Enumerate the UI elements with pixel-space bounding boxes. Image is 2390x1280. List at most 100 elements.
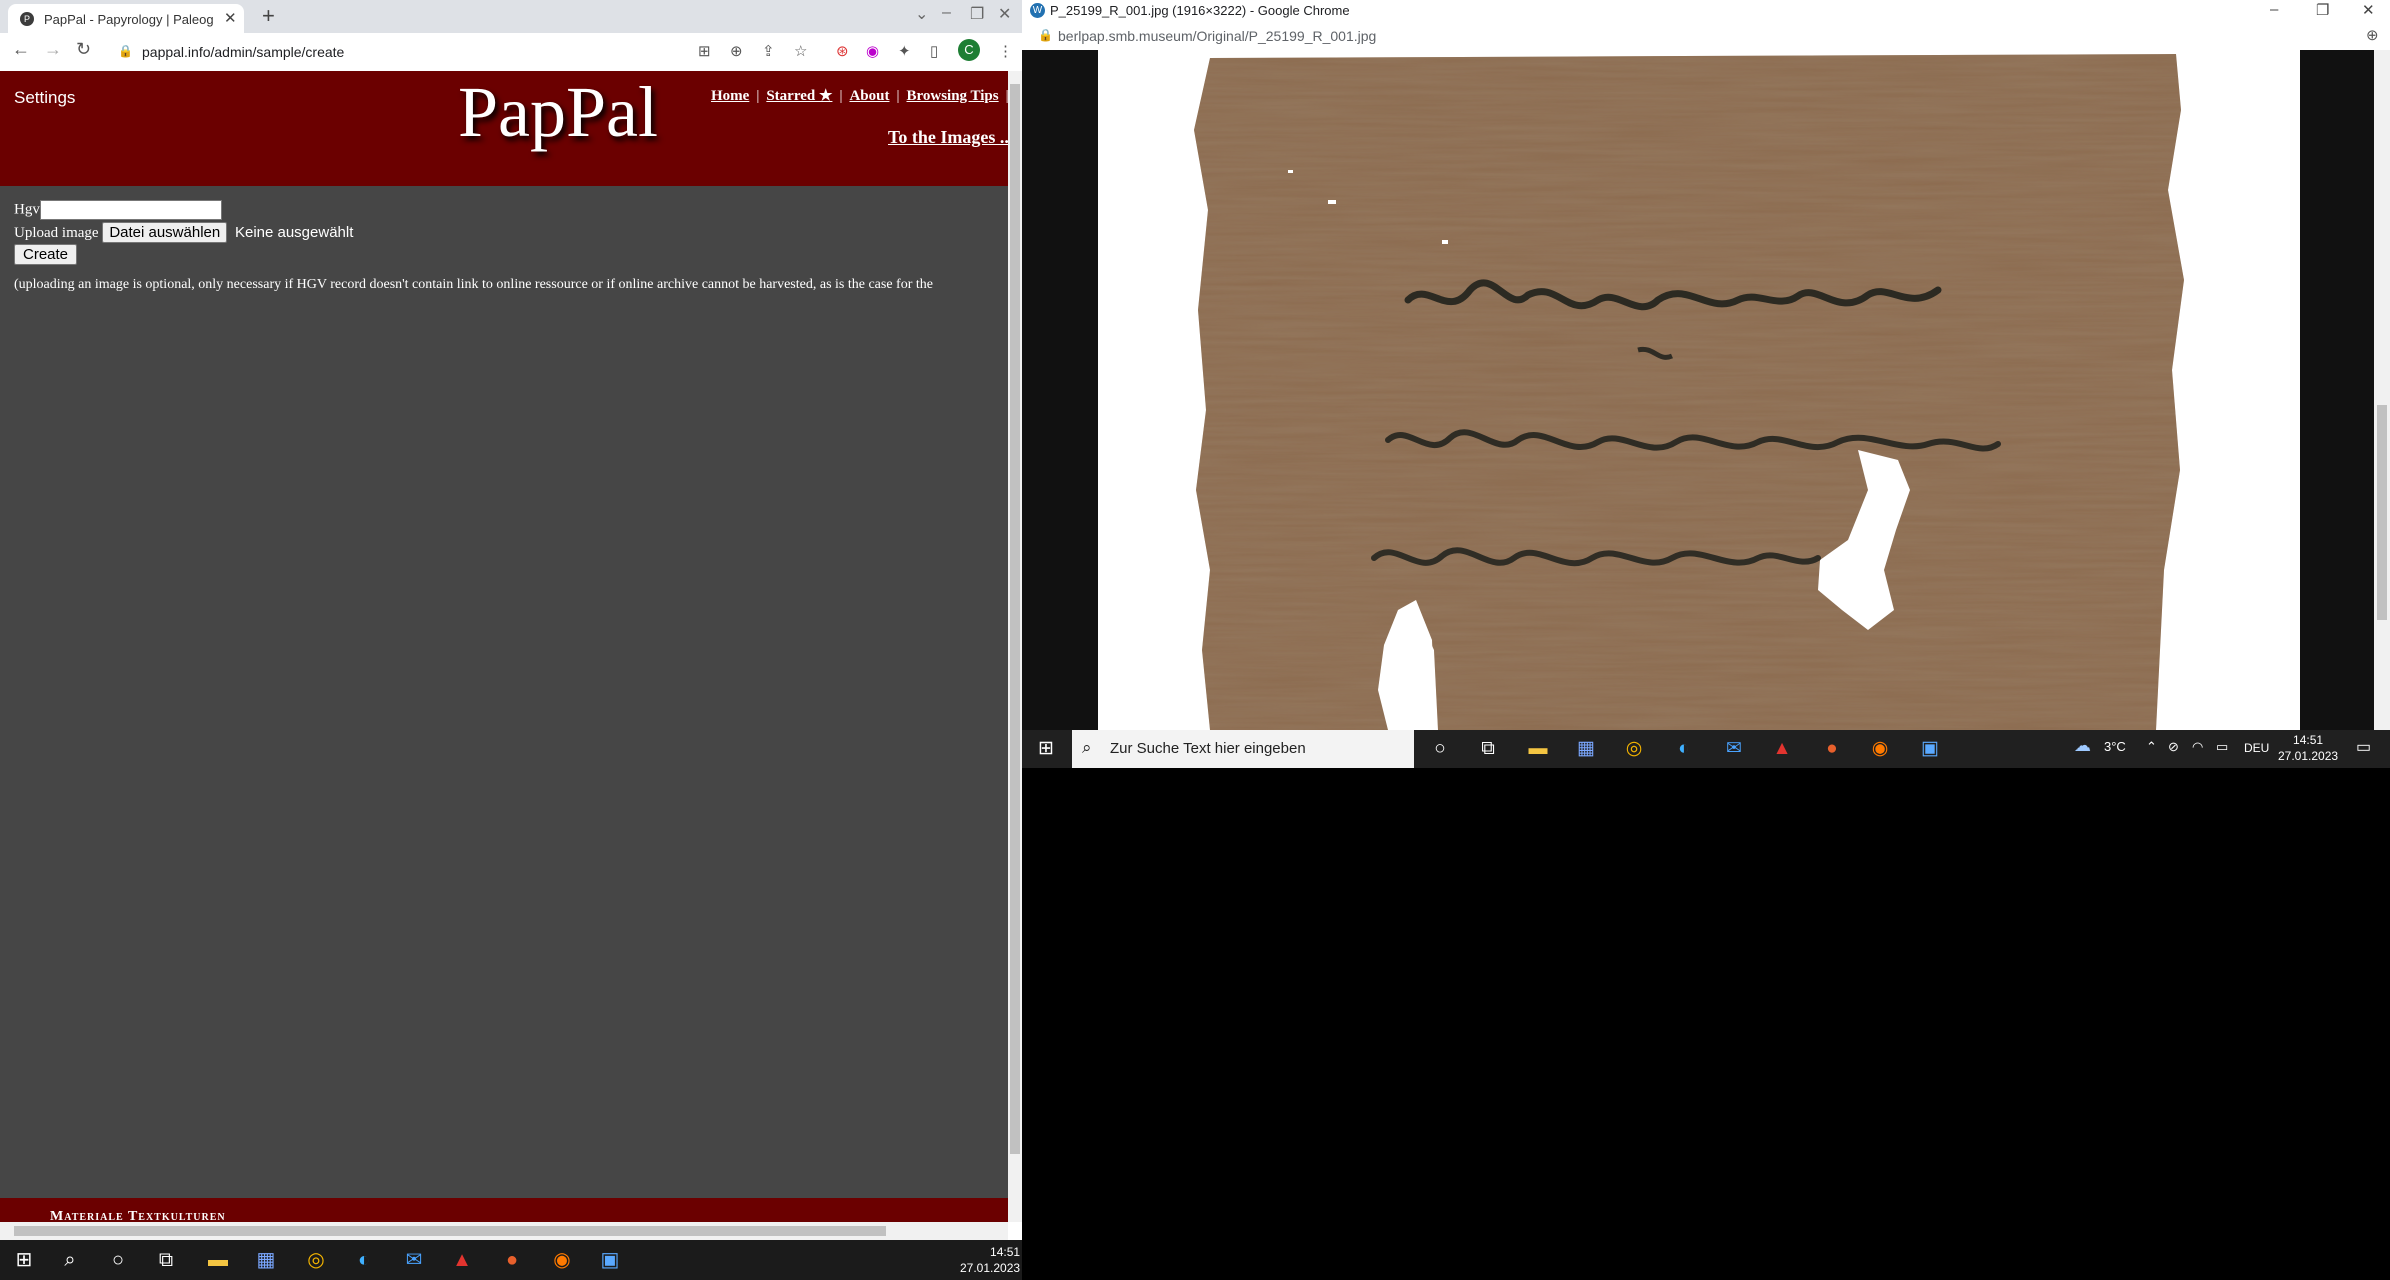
papyrus-image[interactable] [1098,50,2300,730]
right-clock-time: 14:51 [2293,733,2324,747]
hgv-input[interactable] [39,200,222,220]
hgv-label: Hgv [14,201,40,218]
page-horizontal-scroll-thumb[interactable] [14,1226,886,1236]
taskbar-search-icon: ⌕ [1082,738,1092,757]
nav-about[interactable]: About [849,88,889,104]
upload-image-label: Upload image [14,225,99,241]
right-task-view-icon[interactable]: ⧉ [1476,737,1500,761]
right-minimize-icon[interactable]: – [2270,1,2278,18]
right-powerpoint-icon[interactable]: ● [1820,737,1844,761]
powerpoint-icon[interactable]: ● [500,1248,524,1272]
wordpress-icon: W [1030,3,1045,18]
menu-dots-icon[interactable]: ⋮ [998,42,1013,60]
forward-arrow-icon[interactable]: → [44,39,62,60]
right-close-icon[interactable]: ✕ [2362,1,2375,19]
right-zoom-icon[interactable]: ⊕ [2366,26,2379,44]
network-status-icon[interactable]: ⊘ [2168,739,2179,755]
restore-icon[interactable]: ❐ [970,4,984,24]
extensions-puzzle-icon[interactable]: ✦ [898,42,911,60]
footer-text: Materiale Textkulturen [50,1209,226,1222]
wifi-icon[interactable]: ◠ [2192,739,2203,755]
nav-starred[interactable]: Starred ★ [766,88,832,104]
left-taskbar-clock[interactable]: 14:51 27.01.2023 [960,1244,1020,1276]
right-acrobat-icon[interactable]: ▲ [1770,737,1794,761]
profile-avatar-icon[interactable]: C [958,39,980,61]
pappal-logo[interactable]: PapPal [458,71,658,154]
left-taskbar: ⊞ ⌕ ○ ⧉ ▬ ▦ ◎ ◐ ✉ ▲ ● ◉ ▣ 14:51 27.01.20… [0,1240,1022,1280]
nav-browsing-tips[interactable]: Browsing Tips [906,88,998,104]
battery-icon[interactable]: ▭ [2216,739,2228,755]
reload-icon[interactable]: ↻ [76,39,91,60]
right-taskbar-clock[interactable]: 14:51 27.01.2023 [2278,732,2338,764]
language-indicator[interactable]: DEU [2244,741,2269,755]
to-the-images-link[interactable]: To the Images ... [888,127,1008,148]
right-clock-date: 27.01.2023 [2278,749,2339,763]
url-text: pappal.info/admin/sample/create [142,44,345,60]
back-arrow-icon[interactable]: ← [12,39,30,60]
right-title-bar: W P_25199_R_001.jpg (1916×3222) - Google… [1022,0,2390,22]
tab-search-chevron-icon[interactable]: ⌄ [915,4,928,24]
right-windows-start-icon[interactable]: ⊞ [1034,737,1058,761]
acrobat-icon[interactable]: ▲ [450,1248,474,1272]
zoom-icon[interactable]: ⊕ [730,42,743,60]
taskbar-search-placeholder: Zur Suche Text hier eingeben [1110,740,1306,757]
task-view-icon[interactable]: ⧉ [154,1248,178,1272]
extension-purple-icon[interactable]: ◉ [866,42,879,60]
left-clock-time: 14:51 [990,1245,1021,1259]
right-photos-icon[interactable]: ▣ [1918,737,1942,761]
cortana-icon[interactable]: ○ [106,1248,130,1272]
weather-temp[interactable]: 3°C [2104,739,2126,754]
file-explorer-icon[interactable]: ▬ [206,1248,230,1272]
tab-pappal[interactable]: P PapPal - Papyrology | Paleograph ✕ [8,4,244,33]
upload-note: (uploading an image is optional, only ne… [14,277,933,292]
right-cortana-icon[interactable]: ○ [1428,737,1452,761]
notification-icon[interactable]: ▭ [2356,737,2371,757]
tray-chevron-icon[interactable]: ⌃ [2146,739,2157,755]
share-icon[interactable]: ⇪ [762,42,775,60]
tab-close-icon[interactable]: ✕ [224,9,237,27]
create-button[interactable]: Create [14,244,78,265]
left-clock-date: 27.01.2023 [960,1261,1021,1275]
right-store-icon[interactable]: ▦ [1574,737,1598,761]
choose-file-button[interactable]: Datei auswählen [102,222,228,243]
photos-icon[interactable]: ▣ [598,1248,622,1272]
page-vertical-scroll-thumb[interactable] [1010,84,1020,1154]
windows-start-icon[interactable]: ⊞ [12,1248,36,1272]
bookmark-star-icon[interactable]: ☆ [794,42,807,60]
settings-link[interactable]: Settings [14,88,75,108]
right-lock-icon: 🔒 [1038,28,1053,42]
close-window-icon[interactable]: ✕ [998,4,1011,24]
firefox-icon[interactable]: ◉ [550,1248,574,1272]
pappal-favicon-icon: P [20,12,34,26]
viewer-vertical-scrollbar[interactable] [2374,50,2390,730]
new-tab-button[interactable]: + [262,3,275,29]
left-browser-window: P PapPal - Papyrology | Paleograph ✕ + ⌄… [0,0,1022,1240]
right-taskbar: ⊞ ⌕ Zur Suche Text hier eingeben ○ ⧉ ▬ ▦… [1022,730,2390,768]
browser-toolbar: ← → ↻ 🔒 pappal.info/admin/sample/create … [0,33,1022,72]
chrome-icon[interactable]: ◎ [304,1248,328,1272]
right-mail-icon[interactable]: ✉ [1722,737,1746,761]
minimize-icon[interactable]: – [942,4,951,22]
mail-icon[interactable]: ✉ [402,1248,426,1272]
right-address-bar[interactable]: 🔒 berlpap.smb.museum/Original/P_25199_R_… [1022,22,2390,51]
right-file-explorer-icon[interactable]: ▬ [1526,737,1550,761]
store-icon[interactable]: ▦ [254,1248,278,1272]
right-edge-icon[interactable]: ◐ [1672,737,1696,761]
papyrus-fragment-icon [1194,54,2184,730]
search-icon[interactable]: ⌕ [58,1248,82,1272]
address-bar[interactable]: 🔒 pappal.info/admin/sample/create [106,37,726,67]
viewer-vertical-scroll-thumb[interactable] [2377,405,2387,620]
right-chrome-icon[interactable]: ◎ [1622,737,1646,761]
extension-red-icon[interactable]: ⊛ [836,42,849,60]
side-panel-icon[interactable]: ▯ [930,42,938,60]
right-browser-window: W P_25199_R_001.jpg (1916×3222) - Google… [1022,0,2390,730]
right-firefox-icon[interactable]: ◉ [1868,737,1892,761]
taskbar-search-box[interactable]: ⌕ Zur Suche Text hier eingeben [1072,730,1414,768]
top-nav: Home|Starred ★|About|Browsing Tips|C [711,88,1008,104]
right-restore-icon[interactable]: ❐ [2316,1,2329,19]
nav-home[interactable]: Home [711,88,749,104]
weather-cloud-icon[interactable]: ☁ [2074,736,2091,756]
page-body: Hgv Upload image Datei auswählen Keine a… [0,186,1008,1198]
edge-icon[interactable]: ◐ [352,1248,376,1272]
translate-icon[interactable]: ⊞ [698,42,711,60]
